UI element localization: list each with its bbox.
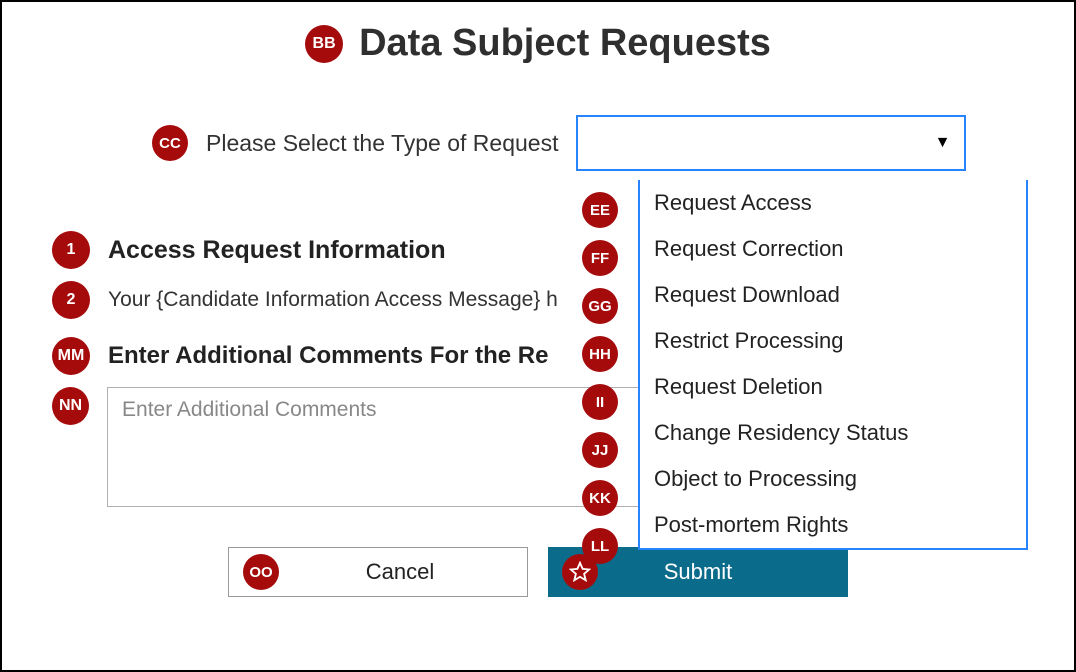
- button-row: OO Cancel Submit: [52, 547, 1024, 597]
- badge-hh: HH: [582, 336, 618, 372]
- page-title: Data Subject Requests: [359, 22, 771, 65]
- access-request-sub: Your {Candidate Information Access Messa…: [108, 288, 558, 312]
- cancel-label: Cancel: [366, 559, 434, 585]
- request-type-label: Please Select the Type of Request: [206, 130, 558, 157]
- option-object-processing[interactable]: Object to Processing: [640, 456, 1026, 502]
- request-type-dropdown: Request Access Request Correction Reques…: [638, 180, 1028, 550]
- badge-ff: FF: [582, 240, 618, 276]
- badge-1: 1: [52, 231, 90, 269]
- badge-jj: JJ: [582, 432, 618, 468]
- badge-title: BB: [305, 25, 343, 63]
- badge-select-label: CC: [152, 125, 188, 161]
- dropdown-badge-column: EE FF GG HH II JJ KK LL: [582, 192, 618, 564]
- option-request-download[interactable]: Request Download: [640, 272, 1026, 318]
- badge-kk: KK: [582, 480, 618, 516]
- option-request-correction[interactable]: Request Correction: [640, 226, 1026, 272]
- chevron-down-icon: ▼: [935, 134, 951, 152]
- option-post-mortem-rights[interactable]: Post-mortem Rights: [640, 502, 1026, 548]
- badge-oo: OO: [243, 554, 279, 590]
- badge-mm: MM: [52, 337, 90, 375]
- badge-nn: NN: [52, 387, 89, 425]
- request-type-select[interactable]: ▼: [576, 115, 966, 171]
- submit-label: Submit: [664, 559, 732, 585]
- option-restrict-processing[interactable]: Restrict Processing: [640, 318, 1026, 364]
- badge-ii: II: [582, 384, 618, 420]
- badge-ll: LL: [582, 528, 618, 564]
- title-row: BB Data Subject Requests: [52, 22, 1024, 65]
- badge-2: 2: [52, 281, 90, 319]
- option-change-residency[interactable]: Change Residency Status: [640, 410, 1026, 456]
- request-type-row: CC Please Select the Type of Request ▼: [152, 115, 1024, 171]
- option-request-deletion[interactable]: Request Deletion: [640, 364, 1026, 410]
- badge-gg: GG: [582, 288, 618, 324]
- option-request-access[interactable]: Request Access: [640, 180, 1026, 226]
- cancel-button[interactable]: OO Cancel: [228, 547, 528, 597]
- badge-ee: EE: [582, 192, 618, 228]
- access-request-heading: Access Request Information: [108, 236, 446, 265]
- comments-label: Enter Additional Comments For the Re: [108, 342, 548, 370]
- form-container: BB Data Subject Requests CC Please Selec…: [0, 0, 1076, 672]
